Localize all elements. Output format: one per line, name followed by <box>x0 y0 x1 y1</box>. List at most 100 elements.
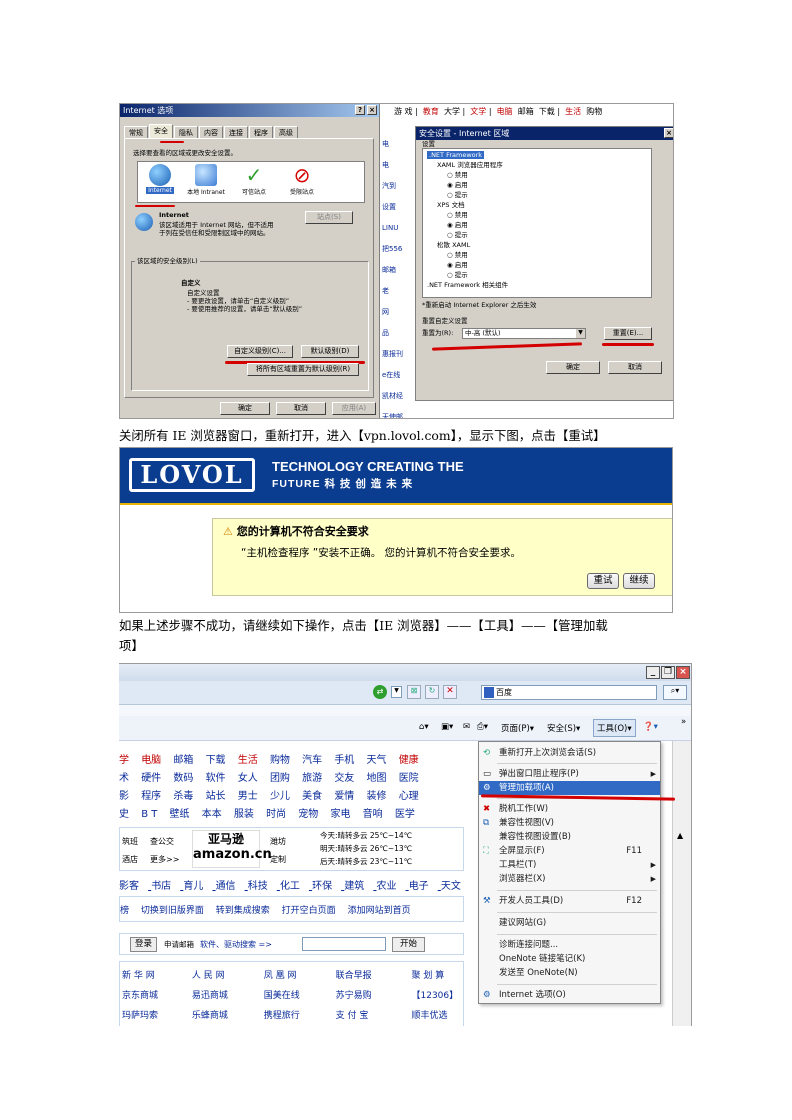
menu-item-send-onenote[interactable]: 发送至 OneNote(N) <box>479 966 660 980</box>
custom-level-button[interactable]: 自定义级别(C)... <box>227 345 293 358</box>
category-link[interactable]: 书店 <box>151 877 171 892</box>
portal-link[interactable]: B T <box>141 809 157 820</box>
search-icon[interactable]: ⌕▾ <box>663 685 687 700</box>
site-link[interactable]: 苏宁易购 <box>336 988 400 1001</box>
close-icon[interactable]: × <box>367 105 377 115</box>
tab-programs[interactable]: 程序 <box>249 126 273 138</box>
help-icon[interactable]: ? <box>355 105 365 115</box>
portal-link[interactable]: 旅游 <box>302 769 322 784</box>
menu-item-suggested-sites[interactable]: 建议网站(G) <box>479 916 660 930</box>
portal-link[interactable]: 男士 <box>238 787 258 802</box>
category-link[interactable]: 化工 <box>280 877 300 892</box>
tools-menu-button[interactable]: 工具(O)▾ <box>593 719 636 737</box>
amazon-left-link[interactable]: 酒店 <box>122 854 138 865</box>
amazon-left-link[interactable]: 查公交 <box>150 836 174 847</box>
zone-restricted-sites[interactable]: ⊘ 受限站点 <box>282 164 322 196</box>
portal-link[interactable]: 程序 <box>141 787 161 802</box>
site-link[interactable]: 聚 划 算 <box>412 968 445 981</box>
portal-link[interactable]: 史 <box>119 805 129 820</box>
site-link[interactable]: 玛萨玛索 <box>122 1008 180 1021</box>
category-link[interactable]: 通信 <box>216 877 236 892</box>
menu-item-onenote-linked[interactable]: OneNote 链接笔记(K) <box>479 952 660 966</box>
zone-local-intranet[interactable]: 本地 Intranet <box>186 164 226 196</box>
software-search-input[interactable] <box>302 937 386 951</box>
start-button[interactable]: 开始 <box>392 937 426 952</box>
portal-link[interactable]: 壁纸 <box>170 805 190 820</box>
radio-prompt[interactable]: 提示 <box>455 191 468 199</box>
site-link[interactable]: 联合早报 <box>336 968 400 981</box>
category-link[interactable]: 环保 <box>312 877 332 892</box>
tab-content[interactable]: 内容 <box>199 126 223 138</box>
portal-link[interactable]: 术 <box>119 769 129 784</box>
menu-item-toolbars[interactable]: 工具栏(T) ▶ <box>479 858 660 872</box>
portal-link[interactable]: 本本 <box>202 805 222 820</box>
category-link[interactable]: 农业 <box>377 877 397 892</box>
reset-to-select[interactable]: 中-高 (默认) ▼ <box>462 328 586 339</box>
zone-trusted-sites[interactable]: ✓ 可信站点 <box>234 164 274 196</box>
scroll-up-icon[interactable]: ▲ <box>677 831 683 840</box>
portal-link[interactable]: 影 <box>119 787 129 802</box>
tab-security[interactable]: 安全 <box>149 124 173 138</box>
minimize-icon[interactable]: _ <box>646 666 660 679</box>
site-link[interactable]: 国美在线 <box>264 988 324 1001</box>
mail-label[interactable]: 申请邮箱 <box>164 939 194 950</box>
close-icon[interactable]: × <box>676 666 690 679</box>
radio-disable[interactable]: 禁用 <box>455 171 468 179</box>
stop-icon[interactable]: ✕ <box>443 685 457 699</box>
portal-link[interactable]: 音响 <box>363 805 383 820</box>
tab-connections[interactable]: 连接 <box>224 126 248 138</box>
reset-button[interactable]: 重置(E)... <box>604 327 652 340</box>
amazon-left-link[interactable]: 筑班 <box>122 836 138 847</box>
portal-link[interactable]: 购物 <box>270 751 290 766</box>
portal-link[interactable]: 家电 <box>330 805 350 820</box>
chevron-down-icon[interactable]: ▼ <box>576 329 585 338</box>
menu-item-manage-addons[interactable]: ⚙ 管理加载项(A) <box>479 781 660 795</box>
radio-enable[interactable]: 启用 <box>455 221 468 229</box>
search-input[interactable]: 百度 <box>481 685 657 700</box>
restore-icon[interactable]: ❐ <box>661 666 675 679</box>
portal-link[interactable]: 汽车 <box>302 751 322 766</box>
tree-item[interactable]: .NET Framework <box>427 151 485 159</box>
amazon-logo[interactable]: 亚马逊 amazon.cn <box>192 830 272 868</box>
amazon-left-link[interactable]: 更多>> <box>150 854 179 865</box>
switch-link[interactable]: 榜 <box>120 903 129 916</box>
page-menu[interactable]: 页面(P)▾ <box>501 722 534 734</box>
chevron-down-icon[interactable]: ▼ <box>391 686 402 698</box>
portal-link[interactable]: 硬件 <box>141 769 161 784</box>
portal-link[interactable]: 心理 <box>399 787 419 802</box>
site-link[interactable]: 支 付 宝 <box>336 1008 400 1021</box>
site-link[interactable]: 顺丰优选 <box>412 1008 448 1021</box>
portal-link[interactable]: 美食 <box>302 787 322 802</box>
tab-advanced[interactable]: 高级 <box>274 126 298 138</box>
portal-link[interactable]: 站长 <box>206 787 226 802</box>
ok-button[interactable]: 确定 <box>220 402 270 415</box>
site-link[interactable]: 易迅商城 <box>192 988 252 1001</box>
portal-link[interactable]: 学 <box>119 751 129 766</box>
continue-button[interactable]: 继续 <box>623 573 655 589</box>
site-link[interactable]: 新 华 网 <box>122 968 180 981</box>
menu-item-explorer-bars[interactable]: 浏览器栏(X) ▶ <box>479 872 660 886</box>
menu-item-work-offline[interactable]: ✖ 脱机工作(W) <box>479 802 660 816</box>
portal-link[interactable]: 少儿 <box>270 787 290 802</box>
tab-general[interactable]: 常规 <box>124 126 148 138</box>
portal-link[interactable]: 医学 <box>395 805 415 820</box>
switch-link[interactable]: 转到集成搜索 <box>216 903 270 916</box>
cancel-button[interactable]: 取消 <box>608 361 662 374</box>
radio-enable[interactable]: 启用 <box>455 261 468 269</box>
portal-link[interactable]: 数码 <box>173 769 193 784</box>
portal-link[interactable]: 手机 <box>334 751 354 766</box>
portal-link[interactable]: 女人 <box>238 769 258 784</box>
default-level-button[interactable]: 默认级别(D) <box>301 345 359 358</box>
portal-link[interactable]: 下载 <box>206 751 226 766</box>
portal-link[interactable]: 装修 <box>367 787 387 802</box>
feeds-icon[interactable]: ▣▾ <box>441 722 453 732</box>
site-link[interactable]: 【12306】 <box>412 988 459 1001</box>
refresh-icon[interactable]: ↻ <box>425 685 439 699</box>
portal-link[interactable]: 地图 <box>367 769 387 784</box>
portal-link[interactable]: 爱情 <box>334 787 354 802</box>
portal-link[interactable]: 生活 <box>238 751 258 766</box>
menu-item-popup-blocker[interactable]: ▭ 弹出窗口阻止程序(P) ▶ <box>479 767 660 781</box>
sites-button[interactable]: 站点(S) <box>305 211 353 224</box>
site-link[interactable]: 乐蜂商城 <box>192 1008 252 1021</box>
radio-enable[interactable]: 启用 <box>455 181 468 189</box>
